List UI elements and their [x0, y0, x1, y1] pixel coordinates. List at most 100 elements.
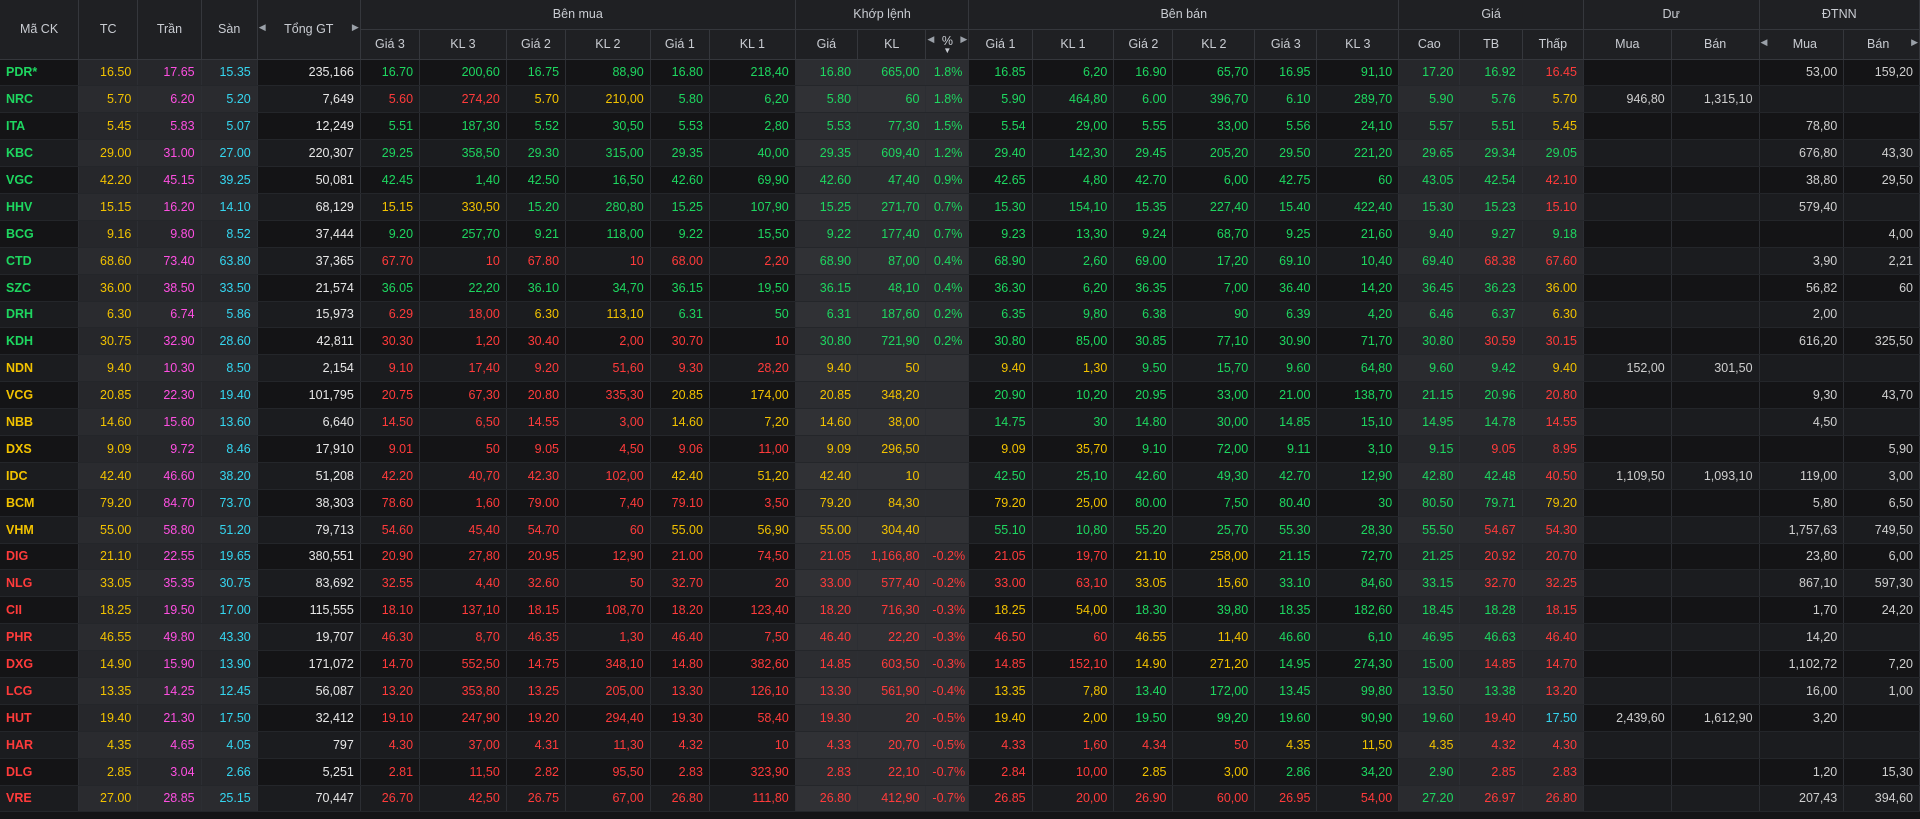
buy-vol-1-cell: 382,60	[709, 650, 796, 678]
stock-row-vcg[interactable]: VCG 20.85 22.30 19.40 101,795 20.75 67,30 20.80…	[0, 381, 1920, 410]
stock-row-nlg[interactable]: NLG 33.05 35.35 30.75 83,692 32.55 4,40 32.60 50…	[0, 569, 1920, 598]
stock-row-bcg[interactable]: BCG 9.16 9.80 8.52 37,444 9.20 257,70 9.21 118,0…	[0, 220, 1920, 248]
match-percent-cell: -0.7%	[925, 785, 970, 813]
header-total-value[interactable]: ◀ Tổng GT ▶	[257, 0, 361, 60]
symbol-cell[interactable]: DIG	[0, 543, 80, 571]
symbol-cell[interactable]: CII	[0, 596, 80, 625]
header-buy-vol-3[interactable]: KL 3	[419, 29, 507, 60]
symbol-cell[interactable]: HAR	[0, 731, 80, 759]
stock-row-vhm[interactable]: VHM 55.00 58.80 51.20 79,713 54.60 45,40 54.70 6…	[0, 516, 1920, 544]
header-high[interactable]: Cao	[1398, 29, 1461, 60]
header-sell-price-2[interactable]: Giá 2	[1113, 29, 1174, 60]
header-surplus-buy[interactable]: Mua	[1583, 29, 1672, 60]
symbol-cell[interactable]: BCG	[0, 220, 80, 248]
stock-row-hut[interactable]: HUT 19.40 21.30 17.50 32,412 19.10 247,90 19.20…	[0, 704, 1920, 732]
symbol-cell[interactable]: VGC	[0, 166, 80, 194]
total-value-cell: 68,129	[257, 193, 361, 221]
buy-vol-2-cell: 30,50	[565, 112, 651, 141]
symbol-cell[interactable]: LCG	[0, 677, 80, 705]
stock-row-nbb[interactable]: NBB 14.60 15.60 13.60 6,640 14.50 6,50 14.55 3,0…	[0, 408, 1920, 436]
foreign-sell-cell	[1843, 112, 1920, 141]
high-price-cell: 36.45	[1398, 274, 1461, 302]
header-sell-vol-1[interactable]: KL 1	[1032, 29, 1115, 60]
header-buy-price-3[interactable]: Giá 3	[360, 29, 421, 60]
header-symbol[interactable]: Mã CK	[0, 0, 80, 60]
stock-row-idc[interactable]: IDC 42.40 46.60 38.20 51,208 42.20 40,70 42.30 1…	[0, 462, 1920, 490]
sort-right-icon[interactable]: ▶	[352, 22, 359, 33]
stock-row-dig[interactable]: DIG 21.10 22.55 19.65 380,551 20.90 27,80 20.95…	[0, 543, 1920, 571]
symbol-cell[interactable]: DLG	[0, 758, 80, 786]
symbol-cell[interactable]: VRE	[0, 785, 80, 813]
header-buy-vol-2[interactable]: KL 2	[565, 29, 651, 60]
stock-row-vre[interactable]: VRE 27.00 28.85 25.15 70,447 26.70 42,50 26.75 6…	[0, 785, 1920, 813]
header-low[interactable]: Thấp	[1522, 29, 1584, 60]
symbol-cell[interactable]: PHR	[0, 623, 80, 652]
sort-left-icon[interactable]: ◀	[1761, 37, 1768, 48]
symbol-cell[interactable]: SZC	[0, 274, 80, 302]
symbol-cell[interactable]: DRH	[0, 301, 80, 329]
sort-right-icon[interactable]: ▶	[1911, 37, 1918, 48]
stock-row-kdh[interactable]: KDH 30.75 32.90 28.60 42,811 30.30 1,20 30.40 2,…	[0, 327, 1920, 356]
foreign-buy-cell: 3,90	[1759, 247, 1845, 275]
stock-row-drh[interactable]: DRH 6.30 6.74 5.86 15,973 6.29 18,00 6.30 113,10…	[0, 301, 1920, 329]
header-surplus-sell[interactable]: Bán	[1671, 29, 1760, 60]
stock-row-vgc[interactable]: VGC 42.20 45.15 39.25 50,081 42.45 1,40 42.50 16…	[0, 166, 1920, 194]
stock-row-bcm[interactable]: BCM 79.20 84.70 73.70 38,303 78.60 1,60 79.00 7,…	[0, 489, 1920, 517]
stock-row-ita[interactable]: ITA 5.45 5.83 5.07 12,249 5.51 187,30 5.52 30,50…	[0, 112, 1920, 141]
stock-row-phr[interactable]: PHR 46.55 49.80 43.30 19,707 46.30 8,70 46.35 1,…	[0, 623, 1920, 652]
header-match-percent[interactable]: ◀ ▶% ▼	[925, 29, 970, 60]
stock-row-dxg[interactable]: DXG 14.90 15.90 13.90 171,072 14.70 552,50 14.7…	[0, 650, 1920, 678]
stock-row-hhv[interactable]: HHV 15.15 16.20 14.10 68,129 15.15 330,50 15.20…	[0, 193, 1920, 221]
sort-desc-icon[interactable]: ▼	[927, 47, 967, 55]
symbol-cell[interactable]: NDN	[0, 354, 80, 383]
symbol-cell[interactable]: KBC	[0, 139, 80, 168]
symbol-cell[interactable]: PDR*	[0, 59, 80, 87]
stock-row-lcg[interactable]: LCG 13.35 14.25 12.45 56,087 13.20 353,80 13.25…	[0, 677, 1920, 705]
header-foreign-buy[interactable]: ◀ Mua	[1759, 29, 1845, 60]
symbol-cell[interactable]: BCM	[0, 489, 80, 517]
stock-row-szc[interactable]: SZC 36.00 38.50 33.50 21,574 36.05 22,20 36.10 3…	[0, 274, 1920, 302]
stock-row-pdr[interactable]: PDR* 16.50 17.65 15.35 235,166 16.70 200,60 16.…	[0, 59, 1920, 87]
symbol-cell[interactable]: ITA	[0, 112, 80, 141]
stock-row-dlg[interactable]: DLG 2.85 3.04 2.66 5,251 2.81 11,50 2.82 95,50 2.…	[0, 758, 1920, 786]
header-match-price[interactable]: Giá	[795, 29, 859, 60]
sort-left-icon[interactable]: ◀	[259, 22, 266, 33]
symbol-cell[interactable]: KDH	[0, 327, 80, 356]
symbol-cell[interactable]: NLG	[0, 569, 80, 598]
header-match-vol[interactable]: KL	[857, 29, 927, 60]
header-foreign-sell[interactable]: Bán ▶	[1843, 29, 1920, 60]
symbol-cell[interactable]: HHV	[0, 193, 80, 221]
match-percent-cell	[925, 354, 970, 383]
sort-right-icon[interactable]: ▶	[960, 34, 967, 45]
stock-row-dxs[interactable]: DXS 9.09 9.72 8.46 17,910 9.01 50 9.05 4,50 9.06 1…	[0, 435, 1920, 463]
symbol-cell[interactable]: DXS	[0, 435, 80, 463]
header-floor[interactable]: Sàn	[201, 0, 258, 60]
stock-row-har[interactable]: HAR 4.35 4.65 4.05 797 4.30 37,00 4.31 11,30 4.32…	[0, 731, 1920, 759]
symbol-cell[interactable]: CTD	[0, 247, 80, 275]
sort-left-icon[interactable]: ◀	[927, 34, 934, 45]
symbol-cell[interactable]: IDC	[0, 462, 80, 490]
symbol-cell[interactable]: NRC	[0, 85, 80, 114]
symbol-cell[interactable]: VHM	[0, 516, 80, 544]
symbol-cell[interactable]: NBB	[0, 408, 80, 436]
header-buy-price-1[interactable]: Giá 1	[650, 29, 710, 60]
header-ref[interactable]: TC	[78, 0, 139, 60]
symbol-cell[interactable]: HUT	[0, 704, 80, 732]
header-sell-price-1[interactable]: Giá 1	[968, 29, 1033, 60]
stock-row-ndn[interactable]: NDN 9.40 10.30 8.50 2,154 9.10 17,40 9.20 51,60 9…	[0, 354, 1920, 383]
buy-price-3-cell: 5.51	[360, 112, 421, 141]
stock-row-nrc[interactable]: NRC 5.70 6.20 5.20 7,649 5.60 274,20 5.70 210,00…	[0, 85, 1920, 114]
stock-row-kbc[interactable]: KBC 29.00 31.00 27.00 220,307 29.25 358,50 29.3…	[0, 139, 1920, 168]
symbol-cell[interactable]: DXG	[0, 650, 80, 678]
header-average[interactable]: TB	[1459, 29, 1523, 60]
symbol-cell[interactable]: VCG	[0, 381, 80, 410]
foreign-buy-cell: 2,00	[1759, 301, 1845, 329]
header-ceiling[interactable]: Trần	[137, 0, 202, 60]
stock-row-cii[interactable]: CII 18.25 19.50 17.00 115,555 18.10 137,10 18.1…	[0, 596, 1920, 625]
header-sell-vol-2[interactable]: KL 2	[1172, 29, 1256, 60]
header-sell-vol-3[interactable]: KL 3	[1316, 29, 1400, 60]
header-buy-vol-1[interactable]: KL 1	[709, 29, 796, 60]
stock-row-ctd[interactable]: CTD 68.60 73.40 63.80 37,365 67.70 10 67.80 10 68…	[0, 247, 1920, 275]
header-sell-price-3[interactable]: Giá 3	[1254, 29, 1318, 60]
header-buy-price-2[interactable]: Giá 2	[506, 29, 567, 60]
